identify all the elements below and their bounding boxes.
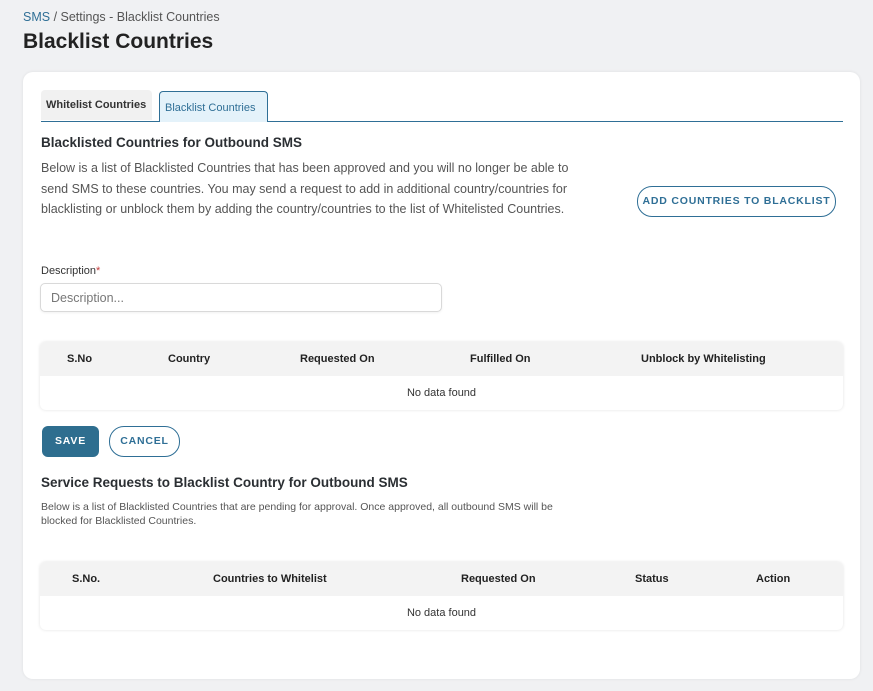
save-button[interactable]: SAVE [42,426,99,457]
blacklist-section-description: Below is a list of Blacklisted Countries… [41,161,569,216]
requests-section-title: Service Requests to Blacklist Country fo… [41,475,408,490]
page-title: Blacklist Countries [23,30,214,53]
description-label-text: Description [41,265,97,277]
settings-card: Whitelist Countries Blacklist Countries … [23,72,860,679]
empty-state-message: No data found [406,607,477,619]
description-input[interactable] [40,283,442,312]
required-mark: * [96,265,101,277]
column-header-sno: S.No. [72,573,101,585]
column-header-requested-on: Requested On [300,353,375,365]
cancel-button[interactable]: CANCEL [109,426,180,457]
description-label: Description* [41,265,100,277]
tab-bar: Whitelist Countries Blacklist Countries [41,90,843,122]
breadcrumb: SMS / Settings - Blacklist Countries [23,10,220,24]
tab-blacklist-countries[interactable]: Blacklist Countries [159,91,268,122]
column-header-requested-on: Requested On [461,573,536,585]
table-header: S.No. Countries to Whitelist Requested O… [40,562,843,596]
column-header-status: Status [635,573,669,585]
column-header-sno: S.No [67,353,93,365]
column-header-fulfilled-on: Fulfilled On [470,353,531,365]
column-header-unblock-by-whitelisting: Unblock by Whitelisting [641,353,766,365]
column-header-countries-to-whitelist: Countries to Whitelist [213,573,327,585]
breadcrumb-sms-link[interactable]: SMS [23,10,50,24]
blacklisted-countries-table: S.No Country Requested On Fulfilled On U… [40,342,843,410]
requests-section-description: Below is a list of Blacklisted Countries… [41,501,553,527]
table-header: S.No Country Requested On Fulfilled On U… [40,342,843,376]
tab-whitelist-countries[interactable]: Whitelist Countries [41,90,152,120]
column-header-country: Country [168,353,211,365]
breadcrumb-path: / Settings - Blacklist Countries [50,10,220,24]
blacklist-section-title: Blacklisted Countries for Outbound SMS [41,135,303,150]
column-header-action: Action [756,573,791,585]
service-requests-table: S.No. Countries to Whitelist Requested O… [40,562,843,630]
add-countries-to-blacklist-button[interactable]: ADD COUNTRIES TO BLACKLIST [637,186,836,217]
empty-state-message: No data found [406,387,477,399]
